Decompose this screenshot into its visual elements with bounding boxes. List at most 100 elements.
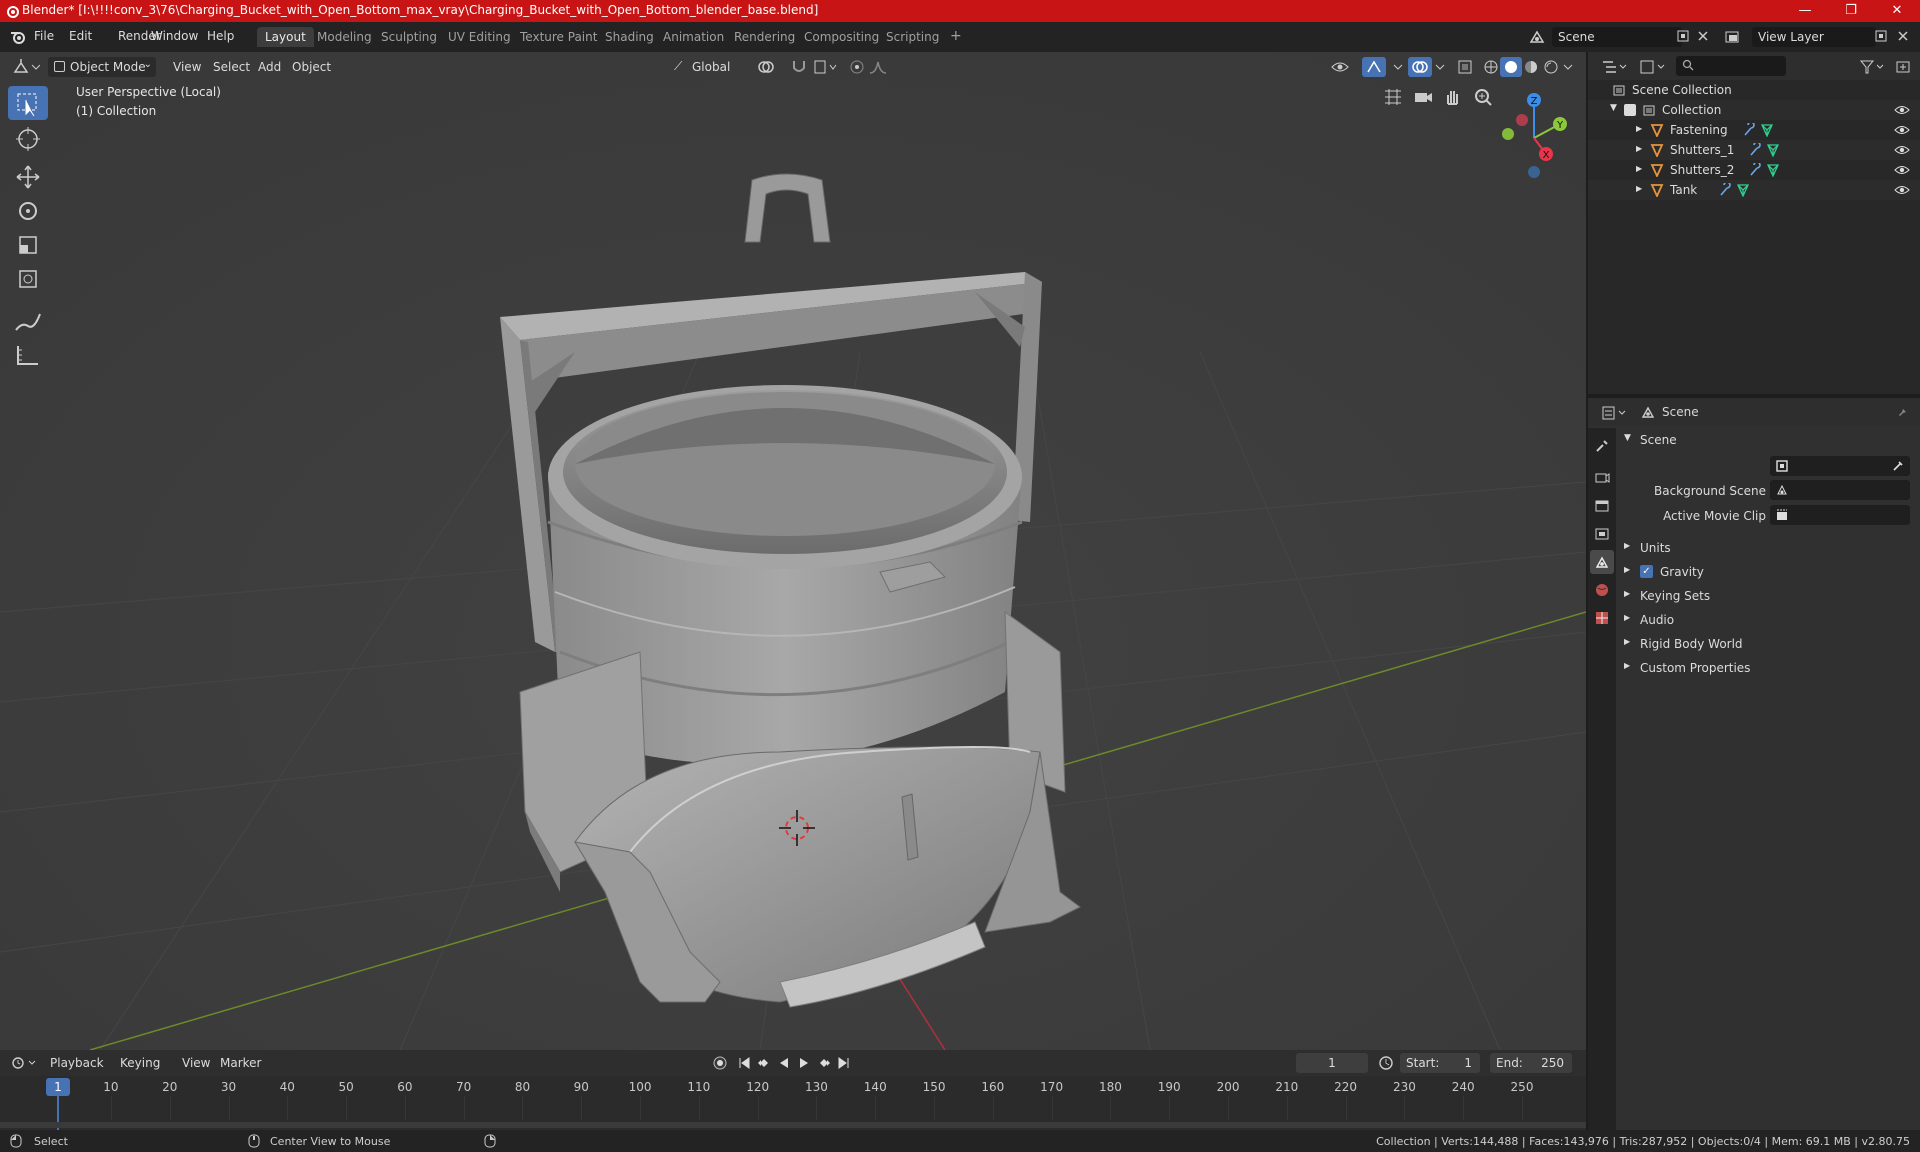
view-layer-field[interactable]: View Layer: [1752, 27, 1876, 47]
scene-field[interactable]: Scene: [1552, 27, 1682, 47]
tab-texture-paint[interactable]: Texture Paint: [512, 27, 605, 47]
viewport-scene[interactable]: [0, 52, 1586, 1050]
rotate-tool[interactable]: [8, 194, 48, 228]
timeline-menu-view[interactable]: View: [176, 1053, 216, 1073]
xray-icon[interactable]: [1456, 58, 1474, 76]
tab-compositing[interactable]: Compositing: [796, 27, 887, 47]
tab-sculpting[interactable]: Sculpting: [373, 27, 445, 47]
remove-view-layer-icon[interactable]: [1897, 30, 1909, 42]
new-scene-icon[interactable]: [1676, 29, 1690, 43]
menu-file[interactable]: File: [34, 29, 54, 43]
new-collection-icon[interactable]: [1894, 58, 1912, 76]
tab-animation[interactable]: Animation: [655, 27, 732, 47]
snap-icon[interactable]: [790, 58, 808, 76]
collection-checkbox[interactable]: [1624, 104, 1636, 116]
frame-ruler[interactable]: 1 10 20 30 40 50 60 70 80 90 100 110 120 130 140 150 160…: [0, 1076, 1586, 1130]
timeline-menu-playback[interactable]: Playback: [44, 1053, 110, 1073]
maximize-button[interactable]: ❐: [1828, 0, 1874, 22]
measure-tool[interactable]: [8, 338, 48, 372]
viewport-menu-view[interactable]: View: [167, 57, 207, 77]
eye-icon[interactable]: [1894, 164, 1910, 176]
eye-icon[interactable]: [1894, 144, 1910, 156]
eye-icon[interactable]: [1894, 124, 1910, 136]
minimize-button[interactable]: —: [1782, 0, 1828, 22]
editor-type-icon[interactable]: [12, 58, 40, 76]
modifier-wrench-icon[interactable]: [1718, 183, 1732, 197]
transform-tool[interactable]: [8, 262, 48, 296]
render-tab-icon[interactable]: [1594, 470, 1610, 486]
view-layer-tab-icon[interactable]: [1594, 526, 1610, 542]
current-frame-field[interactable]: 1: [1296, 1053, 1368, 1073]
end-frame-field[interactable]: End: 250: [1490, 1053, 1572, 1073]
mesh-data-icon[interactable]: [1766, 143, 1780, 157]
gravity-checkbox[interactable]: ✓: [1640, 565, 1653, 578]
timeline-editor-type-icon[interactable]: [10, 1055, 38, 1071]
tab-scripting[interactable]: Scripting: [878, 27, 947, 47]
outliner-row-object[interactable]: ▶ Shutters_1: [1588, 140, 1920, 160]
outliner-row-collection[interactable]: ▼ Collection: [1588, 100, 1920, 120]
overlays-toggle-button[interactable]: [1408, 57, 1432, 77]
record-icon[interactable]: [712, 1055, 728, 1071]
mesh-data-icon[interactable]: [1760, 123, 1774, 137]
chevron-down-icon[interactable]: [1392, 58, 1404, 76]
blender-menu-icon[interactable]: [10, 30, 26, 44]
menu-window[interactable]: Window: [151, 29, 198, 43]
select-box-tool[interactable]: [8, 86, 48, 120]
mode-dropdown[interactable]: Object Mode ⌄: [48, 57, 156, 77]
viewport-menu-add[interactable]: Add: [252, 57, 287, 77]
add-workspace-button[interactable]: +: [942, 25, 970, 45]
modifier-wrench-icon[interactable]: [1742, 123, 1756, 137]
snap-target-icon[interactable]: [812, 58, 838, 76]
texture-tab-icon[interactable]: [1594, 610, 1610, 626]
outliner-row-object[interactable]: ▶ Fastening: [1588, 120, 1920, 140]
transform-orientation-dropdown[interactable]: ⟋ Global: [668, 57, 748, 77]
panel-units[interactable]: ▶ Units: [1620, 536, 1916, 560]
chevron-down-icon[interactable]: [1562, 58, 1574, 76]
display-mode-icon[interactable]: [1638, 58, 1666, 76]
3d-viewport[interactable]: Object Mode ⌄ View Select Add Object ⟋ G…: [0, 52, 1586, 1050]
outliner-row-object[interactable]: ▶ Shutters_2: [1588, 160, 1920, 180]
material-preview-icon[interactable]: [1522, 58, 1540, 76]
outliner-editor-type-icon[interactable]: [1600, 58, 1628, 76]
close-button[interactable]: ✕: [1874, 0, 1920, 22]
camera-view-icon[interactable]: [1412, 86, 1434, 108]
gizmo-toggle-button[interactable]: [1362, 57, 1386, 77]
remove-scene-icon[interactable]: [1697, 30, 1709, 42]
mesh-data-icon[interactable]: [1766, 163, 1780, 177]
menu-help[interactable]: Help: [207, 29, 234, 43]
outliner-search-input[interactable]: [1676, 56, 1786, 76]
navigation-gizmo[interactable]: Z Y X: [1490, 86, 1570, 186]
filter-icon[interactable]: [1858, 58, 1886, 76]
mesh-data-icon[interactable]: [1736, 183, 1750, 197]
panel-keying-sets[interactable]: ▶ Keying Sets: [1620, 584, 1916, 608]
panel-custom-properties[interactable]: ▶ Custom Properties: [1620, 656, 1916, 680]
output-tab-icon[interactable]: [1594, 498, 1610, 514]
timeline-menu-keying[interactable]: Keying: [114, 1053, 166, 1073]
previous-keyframe-icon[interactable]: [756, 1055, 772, 1071]
expand-arrow-icon[interactable]: ▶: [1636, 164, 1642, 173]
neg-z-axis-handle[interactable]: [1528, 166, 1540, 178]
visibility-selectability-icon[interactable]: [1330, 58, 1360, 76]
scale-tool[interactable]: [8, 228, 48, 262]
expand-arrow-icon[interactable]: ▶: [1636, 144, 1642, 153]
view-layer-icon[interactable]: [1724, 28, 1742, 46]
viewport-menu-object[interactable]: Object: [286, 57, 337, 77]
eyedropper-icon[interactable]: [1892, 460, 1904, 472]
scene-icon[interactable]: [1528, 28, 1546, 46]
play-icon[interactable]: [796, 1055, 812, 1071]
camera-field[interactable]: [1770, 456, 1910, 476]
tab-layout[interactable]: Layout: [257, 27, 314, 47]
outliner-row-scene-collection[interactable]: Scene Collection: [1588, 80, 1920, 100]
cursor-tool[interactable]: [8, 122, 48, 156]
menu-edit[interactable]: Edit: [69, 29, 92, 43]
solid-shading-button[interactable]: [1500, 57, 1522, 77]
expand-arrow-icon[interactable]: ▶: [1636, 184, 1642, 193]
expand-arrow-icon[interactable]: ▼: [1610, 103, 1617, 113]
start-frame-field[interactable]: Start: 1: [1400, 1053, 1480, 1073]
viewport-menu-select[interactable]: Select: [207, 57, 256, 77]
active-movie-clip-field[interactable]: [1770, 505, 1910, 525]
outliner-row-object[interactable]: ▶ Tank: [1588, 180, 1920, 200]
tab-rendering[interactable]: Rendering: [726, 27, 803, 47]
toggle-camera-view-icon[interactable]: [1382, 86, 1404, 108]
pin-icon[interactable]: [1896, 405, 1910, 419]
